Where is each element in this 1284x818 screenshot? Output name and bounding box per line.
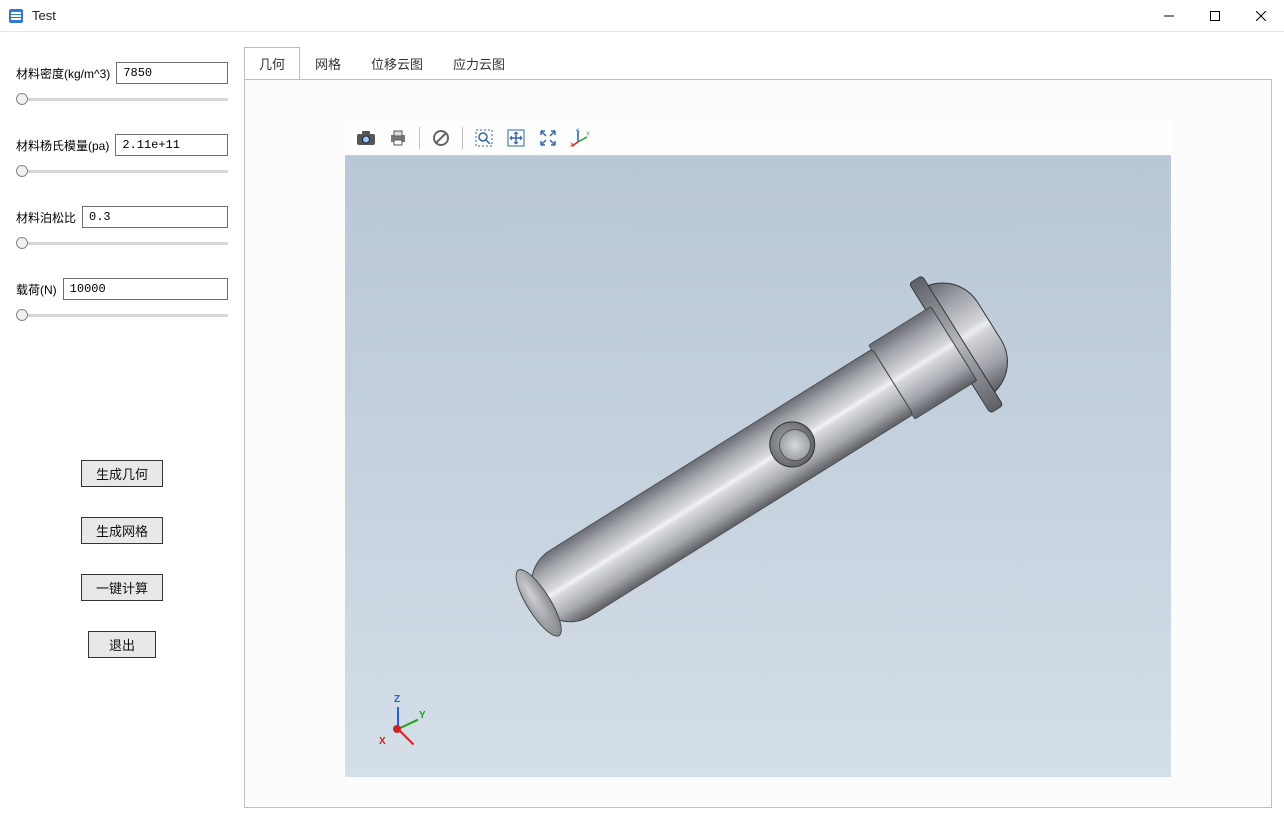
axis-y-label: Y xyxy=(419,710,426,721)
param-label: 载荷(N) xyxy=(16,281,57,298)
generate-mesh-button[interactable]: 生成网格 xyxy=(81,517,163,544)
poisson-ratio-slider[interactable] xyxy=(16,242,228,245)
density-slider[interactable] xyxy=(16,98,228,101)
print-icon[interactable] xyxy=(383,124,413,152)
tab-content: Z Y X Z xyxy=(244,79,1272,808)
maximize-button[interactable] xyxy=(1192,0,1238,32)
param-poisson-ratio: 材料泊松比 xyxy=(16,206,228,252)
minimize-button[interactable] xyxy=(1146,0,1192,32)
tab-geometry[interactable]: 几何 xyxy=(244,47,300,80)
param-label: 材料密度(kg/m^3) xyxy=(16,65,110,82)
one-click-calc-button[interactable]: 一键计算 xyxy=(81,574,163,601)
svg-text:Z: Z xyxy=(576,128,580,133)
cancel-icon[interactable] xyxy=(426,124,456,152)
viewer-toolbar: Z Y X xyxy=(345,120,1171,156)
fit-icon[interactable] xyxy=(533,124,563,152)
svg-text:X: X xyxy=(570,143,574,148)
tab-mesh[interactable]: 网格 xyxy=(300,47,356,80)
window-title: Test xyxy=(32,8,56,23)
axis-z-label: Z xyxy=(394,694,400,705)
generate-geometry-button[interactable]: 生成几何 xyxy=(81,460,163,487)
sidebar: 材料密度(kg/m^3) 材料杨氏模量(pa) 材料泊松比 载荷(N) xyxy=(0,32,240,818)
load-slider[interactable] xyxy=(16,314,228,317)
param-label: 材料泊松比 xyxy=(16,209,76,226)
zoom-area-icon[interactable] xyxy=(469,124,499,152)
load-input[interactable] xyxy=(63,278,228,300)
right-panel: 几何 网格 位移云图 应力云图 xyxy=(240,32,1284,818)
exit-button[interactable]: 退出 xyxy=(88,631,156,658)
titlebar: Test xyxy=(0,0,1284,32)
camera-icon[interactable] xyxy=(351,124,381,152)
toolbar-separator xyxy=(419,127,420,149)
viewer-canvas[interactable]: Z Y X xyxy=(345,156,1171,777)
close-button[interactable] xyxy=(1238,0,1284,32)
youngs-modulus-slider[interactable] xyxy=(16,170,228,173)
param-youngs-modulus: 材料杨氏模量(pa) xyxy=(16,134,228,180)
pan-icon[interactable] xyxy=(501,124,531,152)
axis-triad: Z Y X xyxy=(377,689,437,749)
svg-text:Y: Y xyxy=(586,132,590,138)
viewer: Z Y X Z xyxy=(345,120,1171,777)
toolbar-separator xyxy=(462,127,463,149)
poisson-ratio-input[interactable] xyxy=(82,206,228,228)
param-load: 载荷(N) xyxy=(16,278,228,324)
tab-displacement-contour[interactable]: 位移云图 xyxy=(356,47,438,80)
model-shaft xyxy=(451,223,1066,711)
tab-stress-contour[interactable]: 应力云图 xyxy=(438,47,520,80)
axes-icon[interactable]: Z Y X xyxy=(565,124,595,152)
param-density: 材料密度(kg/m^3) xyxy=(16,62,228,108)
axis-x-label: X xyxy=(379,736,386,747)
param-label: 材料杨氏模量(pa) xyxy=(16,137,109,154)
density-input[interactable] xyxy=(116,62,228,84)
app-icon xyxy=(6,6,26,26)
youngs-modulus-input[interactable] xyxy=(115,134,228,156)
tabs: 几何 网格 位移云图 应力云图 xyxy=(244,46,1272,79)
